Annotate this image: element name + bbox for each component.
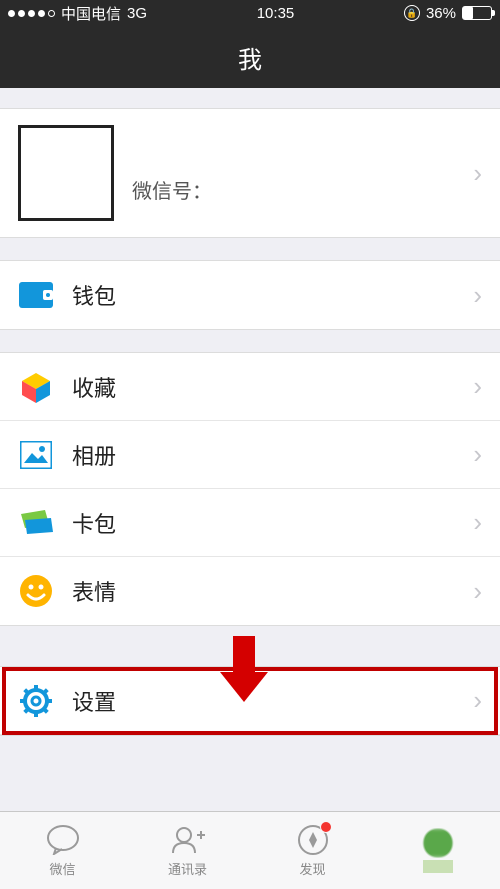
tab-chats-label: 微信 <box>49 859 75 878</box>
wallet-icon <box>18 277 54 313</box>
clock: 10:35 <box>257 5 295 22</box>
battery-icon <box>462 6 492 20</box>
tab-discover[interactable]: 发现 <box>250 812 375 889</box>
tab-me[interactable] <box>375 812 500 889</box>
contacts-icon <box>171 823 205 857</box>
cards-cell[interactable]: 卡包 › <box>0 489 500 557</box>
chevron-right-icon: › <box>473 158 482 189</box>
chevron-right-icon: › <box>473 371 482 402</box>
tab-me-label <box>423 860 453 873</box>
person-icon <box>421 828 455 858</box>
notification-dot-icon <box>320 821 332 833</box>
tab-bar: 微信 通讯录 发现 <box>0 811 500 889</box>
page-title: 我 <box>238 40 262 75</box>
chevron-right-icon: › <box>473 439 482 470</box>
profile-cell[interactable]: 微信号： › <box>0 108 500 238</box>
carrier-label: 中国电信 <box>61 3 121 24</box>
wallet-label: 钱包 <box>72 279 473 311</box>
image-icon <box>18 437 54 473</box>
status-bar: 中国电信 3G 10:35 🔒 36% <box>0 0 500 26</box>
album-label: 相册 <box>72 439 473 471</box>
cards-icon <box>18 505 54 541</box>
signal-strength-icon <box>8 10 55 17</box>
wechat-id-label: 微信号： <box>132 175 473 204</box>
chat-bubble-icon <box>46 823 80 857</box>
chevron-right-icon: › <box>473 685 482 716</box>
settings-label: 设置 <box>72 685 473 717</box>
wallet-cell[interactable]: 钱包 › <box>0 261 500 329</box>
avatar <box>18 125 114 221</box>
cards-label: 卡包 <box>72 507 473 539</box>
gear-icon <box>18 683 54 719</box>
battery-percent: 36% <box>426 5 456 22</box>
rotation-lock-icon: 🔒 <box>404 5 420 21</box>
cube-icon <box>18 369 54 405</box>
chevron-right-icon: › <box>473 576 482 607</box>
stickers-cell[interactable]: 表情 › <box>0 557 500 625</box>
annotation-arrow-icon <box>220 636 268 706</box>
smile-icon <box>18 573 54 609</box>
network-label: 3G <box>127 5 147 22</box>
favorites-label: 收藏 <box>72 371 473 403</box>
compass-icon <box>296 823 330 857</box>
album-cell[interactable]: 相册 › <box>0 421 500 489</box>
tab-discover-label: 发现 <box>299 859 325 878</box>
tab-contacts[interactable]: 通讯录 <box>125 812 250 889</box>
favorites-cell[interactable]: 收藏 › <box>0 353 500 421</box>
chevron-right-icon: › <box>473 280 482 311</box>
stickers-label: 表情 <box>72 575 473 607</box>
nav-bar: 我 <box>0 26 500 88</box>
tab-chats[interactable]: 微信 <box>0 812 125 889</box>
tab-contacts-label: 通讯录 <box>168 859 207 878</box>
chevron-right-icon: › <box>473 507 482 538</box>
